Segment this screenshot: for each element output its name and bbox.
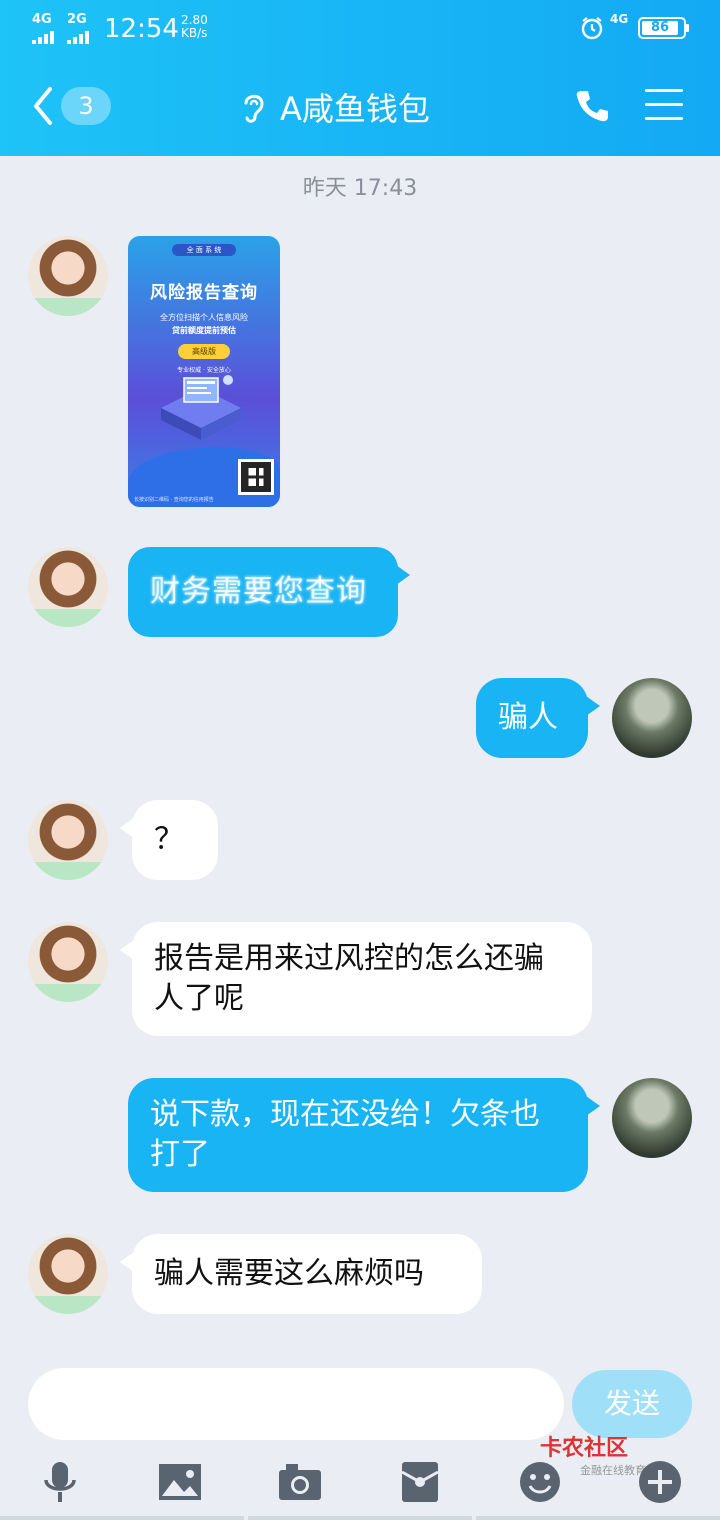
contact-avatar[interactable] <box>28 922 108 1002</box>
ear-icon[interactable] <box>240 89 268 125</box>
poster-tag: 全 面 系 统 <box>172 244 236 256</box>
poster-title: 风险报告查询 <box>150 283 258 303</box>
my-avatar[interactable] <box>612 1078 692 1158</box>
battery-level: 86 <box>642 21 678 35</box>
signal-2-label: 2G <box>67 12 87 27</box>
clock: 12:54 <box>104 14 179 44</box>
message-bubble[interactable]: 财务需要您查询 <box>128 547 410 637</box>
network-type: 4G <box>610 12 629 26</box>
message-timestamp: 昨天 17:43 <box>302 176 418 201</box>
phone-icon[interactable] <box>574 88 610 124</box>
alarm-icon <box>581 17 603 40</box>
message-text: 说下款，现在还没给！欠条也打了 <box>150 1097 540 1172</box>
my-avatar[interactable] <box>612 678 692 758</box>
message-bubble[interactable]: 骗人需要这么麻烦吗 <box>120 1234 482 1314</box>
message-bubble[interactable]: ？ <box>120 800 218 880</box>
signal-2: 2G <box>67 12 91 44</box>
plus-icon[interactable] <box>636 1458 684 1506</box>
emoji-icon[interactable] <box>516 1458 564 1506</box>
speed-unit: KB/s <box>181 26 208 40</box>
message-bubble[interactable]: 报告是用来过风控的怎么还骗人了呢 <box>120 922 592 1036</box>
chat-title: A咸鱼钱包 <box>280 90 430 128</box>
image-icon[interactable] <box>156 1458 204 1506</box>
signal-1: 4G <box>32 12 56 44</box>
battery-icon: 86 <box>638 17 689 39</box>
poster-sub-1: 全方位扫描个人信息风险 <box>160 313 248 322</box>
message-text: 报告是用来过风控的怎么还骗人了呢 <box>154 941 544 1016</box>
message-bubble[interactable]: 骗人 <box>476 678 600 758</box>
message-text: 财务需要您查询 <box>150 574 367 609</box>
isometric-computer-icon <box>161 375 241 440</box>
unread-count-badge[interactable]: 3 <box>61 87 111 125</box>
message-input[interactable] <box>28 1368 564 1440</box>
contact-avatar[interactable] <box>28 547 108 627</box>
message-text: 骗人 <box>498 700 558 735</box>
message-bubble[interactable]: 说下款，现在还没给！欠条也打了 <box>128 1078 600 1192</box>
signal-2-bars-icon <box>67 29 91 44</box>
message-text: 骗人需要这么麻烦吗 <box>154 1256 424 1291</box>
send-button[interactable]: 发送 <box>572 1370 692 1438</box>
toolbar-divider <box>248 1516 472 1520</box>
signal-1-bars-icon <box>32 29 56 44</box>
poster-image-message[interactable]: 全 面 系 统 风险报告查询 全方位扫描个人信息风险 贷前额度提前预估 高级版 … <box>128 236 280 507</box>
contact-avatar[interactable] <box>28 236 108 316</box>
mic-icon[interactable] <box>36 1458 84 1506</box>
red-packet-icon[interactable] <box>396 1458 444 1506</box>
back-chevron-icon[interactable] <box>30 86 56 126</box>
toolbar-divider <box>476 1516 720 1520</box>
signal-1-label: 4G <box>32 12 52 27</box>
contact-avatar[interactable] <box>28 800 108 880</box>
network-speed: 2.80 KB/s <box>181 14 208 40</box>
message-text: ？ <box>154 822 184 857</box>
poster-subtitle: 全方位扫描个人信息风险 贷前额度提前预估 <box>128 311 280 337</box>
menu-icon[interactable] <box>645 89 683 121</box>
status-bar: 4G 2G 12:54 2.80 KB/s 4G 86 <box>0 0 720 58</box>
poster-footer: 长按识别二维码 · 查询您的信用报告 <box>134 497 214 503</box>
toolbar-divider <box>0 1516 244 1520</box>
poster-button: 高级版 <box>178 344 230 359</box>
poster-sub-2: 贷前额度提前预估 <box>172 326 236 335</box>
chat-header: 4G 2G 12:54 2.80 KB/s 4G 86 3 A咸鱼钱包 <box>0 0 720 156</box>
input-toolbar <box>0 1452 720 1520</box>
camera-icon[interactable] <box>276 1458 324 1506</box>
contact-avatar[interactable] <box>28 1234 108 1314</box>
qr-code <box>238 459 274 495</box>
